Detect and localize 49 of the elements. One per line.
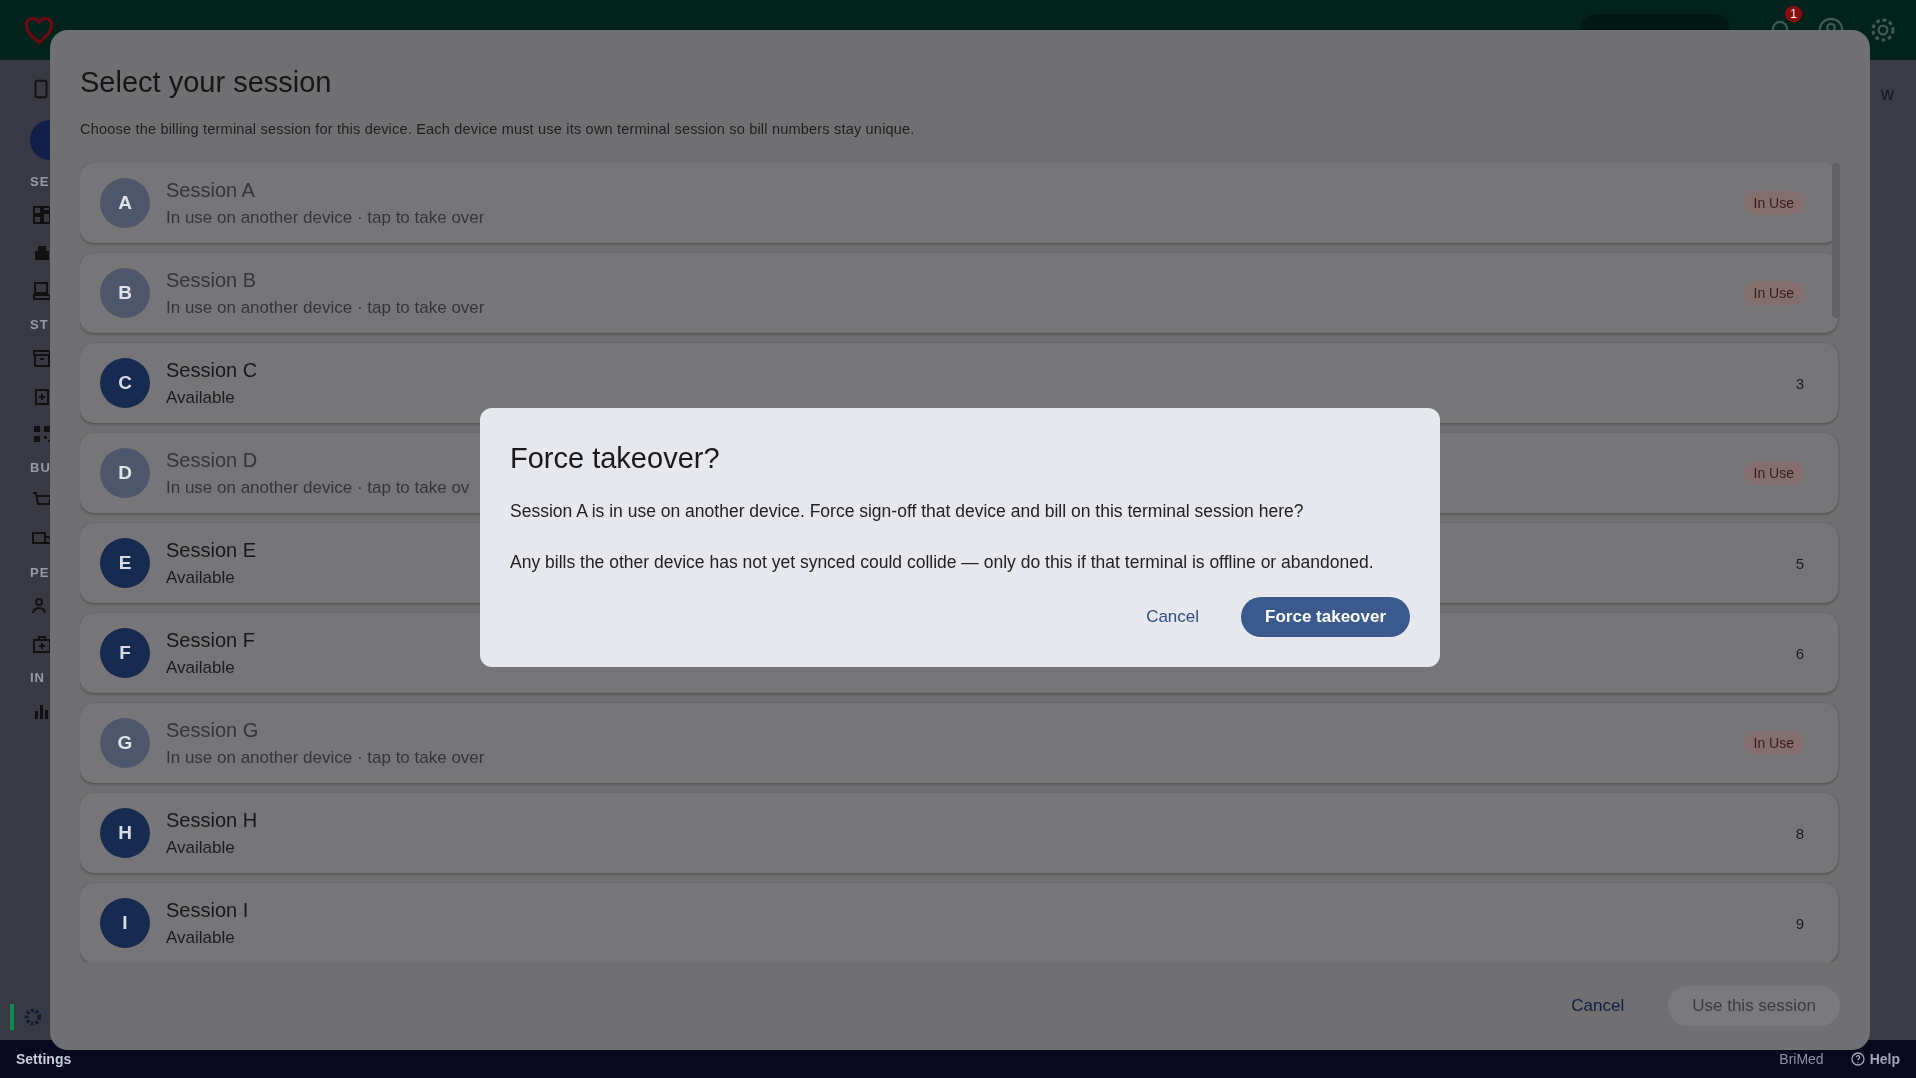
session-status: Available xyxy=(166,837,235,858)
session-number: 3 xyxy=(1795,374,1804,392)
sidebar-section-label: IN xyxy=(30,670,45,685)
session-avatar: I xyxy=(100,898,150,948)
dialog-message: Session A is in use on another device. Force sign-off that device and bill on this terminal session here? xyxy=(510,501,1305,522)
session-status: Available xyxy=(166,387,235,408)
session-status: In use on another device · tap to take over xyxy=(166,747,485,768)
sidebar-section-label: SE xyxy=(30,174,50,189)
dialog-description: Choose the billing terminal session for this device. Each device must use its own terminal session so bill numbers stay unique. xyxy=(80,121,916,137)
session-status: In use on another device · tap to take over xyxy=(166,207,485,228)
in-use-tag: In Use xyxy=(1743,191,1804,215)
session-avatar: A xyxy=(100,178,150,228)
session-number: 6 xyxy=(1795,644,1804,662)
session-avatar: E xyxy=(100,538,150,588)
session-number: 9 xyxy=(1795,914,1804,932)
in-use-tag: In Use xyxy=(1743,731,1804,755)
session-avatar: G xyxy=(100,718,150,768)
dialog-title: Force takeover? xyxy=(510,442,721,475)
session-status: Available xyxy=(166,927,235,948)
session-avatar: F xyxy=(100,628,150,678)
sidebar-section-label: PE xyxy=(30,565,50,580)
session-avatar: H xyxy=(100,808,150,858)
in-use-tag: In Use xyxy=(1743,461,1804,485)
session-name: Session E xyxy=(166,538,257,562)
session-name: Session D xyxy=(166,448,258,472)
session-name: Session B xyxy=(166,268,257,292)
dialog-message: Any bills the other device has not yet synced could collide — only do this if that terminal is offline or abandoned. xyxy=(510,552,1375,573)
session-name: Session F xyxy=(166,628,255,652)
session-status: Available xyxy=(166,657,235,678)
session-status: In use on another device · tap to take over xyxy=(166,297,485,318)
brand-text: BriMed xyxy=(1779,1051,1824,1067)
dialog-title: Select your session xyxy=(80,66,333,99)
notification-badge: 1 xyxy=(1785,6,1802,22)
session-status: Available xyxy=(166,567,235,588)
session-name: Session C xyxy=(166,358,258,382)
sidebar-section-label: ST xyxy=(30,317,49,332)
current-page-label: Settings xyxy=(16,1051,72,1067)
session-number: 5 xyxy=(1795,554,1804,572)
session-name: Session G xyxy=(166,718,259,742)
session-name: Session I xyxy=(166,898,249,922)
session-status: In use on another device · tap to take ov xyxy=(166,477,470,498)
session-name: Session A xyxy=(166,178,255,202)
session-avatar: C xyxy=(100,358,150,408)
session-name: Session H xyxy=(166,808,258,832)
in-use-tag: In Use xyxy=(1743,281,1804,305)
session-avatar: B xyxy=(100,268,150,318)
session-avatar: D xyxy=(100,448,150,498)
sidebar-section-label: BU xyxy=(30,460,51,475)
session-number: 8 xyxy=(1795,824,1804,842)
